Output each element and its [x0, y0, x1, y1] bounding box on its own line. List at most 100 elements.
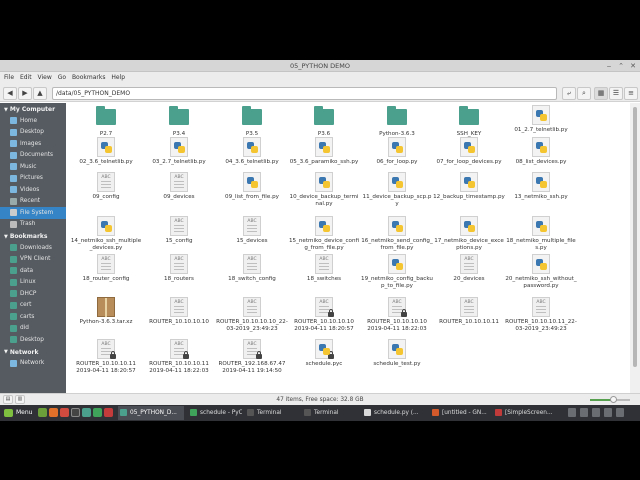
file-item[interactable]: 07_for_loop_devices.py [433, 137, 505, 166]
file-item[interactable]: 15_netmiko_device_config_from_file.py [288, 216, 360, 252]
taskbar-task[interactable]: [SimpleScreen... [493, 406, 553, 420]
file-item[interactable]: P2.7 [70, 105, 142, 138]
start-menu-button[interactable]: Menu [4, 407, 32, 419]
file-item[interactable]: ABC ROUTER_10.10.10.10 [143, 297, 215, 326]
taskbar-task[interactable]: Terminal [245, 406, 299, 420]
sidebar-heading-network[interactable]: ▼ Network [0, 346, 66, 358]
firefox-icon[interactable] [49, 408, 58, 417]
taskbar-task[interactable]: 05_PYTHON_D... [118, 406, 184, 420]
file-item[interactable]: 14_netmiko_ssh_multiple_devices.py [70, 216, 142, 252]
search-button[interactable]: ⌕ [577, 87, 591, 100]
sidebar-item-cert[interactable]: cert [0, 300, 66, 312]
file-item[interactable]: ABC ROUTER_10.10.10.11 2019-04-11 18:20:5… [70, 339, 142, 375]
file-item[interactable]: ABC ROUTER_192.168.67.47 2019-04-11 19:14… [216, 339, 288, 375]
file-item[interactable]: 06_for_loop.py [361, 137, 433, 166]
minimize-icon[interactable]: ‒ [604, 61, 614, 71]
file-item[interactable]: ABC 15_config [143, 216, 215, 245]
menu-help[interactable]: Help [111, 74, 125, 81]
file-item[interactable]: P3.6 [288, 105, 360, 138]
title-bar[interactable]: 05_PYTHON DEMO ‒ ⌃ ✕ [0, 60, 640, 72]
app-launcher-icon[interactable] [60, 408, 69, 417]
sidebar-item-data[interactable]: data [0, 265, 66, 277]
file-item[interactable]: schedule.pyc [288, 339, 360, 368]
file-item[interactable]: ABC ROUTER_10.10.10.10_22-03-2019_23:49:2… [216, 297, 288, 333]
file-item[interactable]: 04_3.6_telnetlib.py [216, 137, 288, 166]
forward-button[interactable]: ▶ [18, 87, 32, 100]
list-view-button[interactable]: ☰ [609, 87, 623, 100]
sidebar-item-home[interactable]: Home [0, 115, 66, 127]
sidebar-item-vpn-client[interactable]: VPN Client [0, 254, 66, 266]
sidebar-item-music[interactable]: Music [0, 161, 66, 173]
file-item[interactable]: ABC 18_switches [288, 254, 360, 283]
file-item[interactable]: 01_2.7_telnetlib.py [505, 105, 577, 134]
sidebar-item-videos[interactable]: Videos [0, 184, 66, 196]
sidebar-item-dhcp[interactable]: DHCP [0, 288, 66, 300]
file-item[interactable]: ABC 20_devices [433, 254, 505, 283]
file-item[interactable]: Python-3.6.3 [361, 105, 433, 138]
taskbar-task[interactable]: Terminal [302, 406, 359, 420]
sidebar-item-desktop-bookmark[interactable]: Desktop [0, 334, 66, 346]
notification-tray-icon[interactable] [616, 408, 624, 417]
zoom-slider[interactable] [590, 396, 630, 403]
file-item[interactable]: 12_backup_timestamp.py [433, 172, 505, 201]
file-item[interactable]: 03_2.7_telnetlib.py [143, 137, 215, 166]
sidebar-item-file-system[interactable]: File System [0, 207, 66, 219]
toggle-location-button[interactable]: ⤶ [562, 87, 576, 100]
file-item[interactable]: 08_list_devices.py [505, 137, 577, 166]
file-item[interactable]: ABC 09_devices [143, 172, 215, 201]
vertical-scrollbar[interactable] [630, 103, 640, 393]
sidebar-item-did[interactable]: did [0, 323, 66, 335]
file-item[interactable]: 19_netmiko_config_backup_to_file.py [361, 254, 433, 290]
file-item[interactable]: 02_3.6_telnetlib.py [70, 137, 142, 166]
sidebar-item-network[interactable]: Network [0, 358, 66, 370]
taskbar-task[interactable]: schedule.py (... [362, 406, 427, 420]
scrollbar-thumb[interactable] [633, 107, 637, 367]
close-icon[interactable]: ✕ [628, 61, 638, 71]
zoom-knob[interactable] [610, 396, 617, 403]
file-item[interactable]: 13_netmiko_ssh.py [505, 172, 577, 201]
taskbar-task[interactable]: [untitled - GN... [430, 406, 490, 420]
network-tray-icon[interactable] [568, 408, 576, 417]
up-button[interactable]: ▲ [33, 87, 47, 100]
file-item[interactable]: ABC ROUTER_10.10.10.11 [433, 297, 505, 326]
file-item[interactable]: 18_netmiko_multiple_files.py [505, 216, 577, 252]
volume-tray-icon[interactable] [580, 408, 588, 417]
file-item[interactable]: 09_list_from_file.py [216, 172, 288, 201]
sidebar-item-carts[interactable]: carts [0, 311, 66, 323]
menu-edit[interactable]: Edit [20, 74, 32, 81]
file-item[interactable]: ABC 15_devices [216, 216, 288, 245]
file-item[interactable]: 17_netmiko_device_exceptions.py [433, 216, 505, 252]
file-item[interactable]: ABC ROUTER_10.10.10.11_22-03-2019_23:49:2… [505, 297, 577, 333]
maximize-icon[interactable]: ⌃ [616, 61, 626, 71]
file-grid[interactable]: P2.7 P3.4 P3.5 P3.6 Python-3.6.3 SSH_KEY 01_2.… [66, 103, 630, 393]
location-field[interactable]: /data/05_PYTHON_DEMO [52, 87, 557, 100]
files-icon[interactable] [82, 408, 91, 417]
sidebar-heading-my-computer[interactable]: ▼ My Computer [0, 103, 66, 115]
file-item[interactable]: ABC 18_switch_config [216, 254, 288, 283]
pycharm-icon[interactable] [93, 408, 102, 417]
file-item[interactable]: 05_3.6_paramiko_ssh.py [288, 137, 360, 166]
sidebar-item-linux[interactable]: Linux [0, 277, 66, 289]
sidebar-item-images[interactable]: Images [0, 138, 66, 150]
file-item[interactable]: ABC 18_routers [143, 254, 215, 283]
sidebar-item-desktop[interactable]: Desktop [0, 127, 66, 139]
file-item[interactable]: ABC ROUTER_10.10.10.10 2019-04-11 18:20:5… [288, 297, 360, 333]
menu-view[interactable]: View [38, 74, 52, 81]
file-item[interactable]: ABC ROUTER_10.10.10.11 2019-04-11 18:22:0… [143, 339, 215, 375]
sidebar-item-recent[interactable]: Recent [0, 196, 66, 208]
file-item[interactable]: schedule_test.py [361, 339, 433, 368]
compact-view-button[interactable]: ≡ [624, 87, 638, 100]
file-item[interactable]: 20_netmiko_ssh_without_password.py [505, 254, 577, 290]
terminal-icon[interactable] [71, 408, 80, 417]
sidebar-item-pictures[interactable]: Pictures [0, 173, 66, 185]
battery-tray-icon[interactable] [592, 408, 600, 417]
sidebar-item-documents[interactable]: Documents [0, 150, 66, 162]
file-item[interactable]: 16_netmiko_send_config_from_file.py [361, 216, 433, 252]
icon-view-button[interactable]: ▦ [594, 87, 608, 100]
file-item[interactable]: 11_device_backup_scp.py [361, 172, 433, 208]
file-item[interactable]: ABC 18_router_config [70, 254, 142, 283]
file-item[interactable]: P3.4 [143, 105, 215, 138]
menu-file[interactable]: File [4, 74, 14, 81]
sidebar-item-trash[interactable]: Trash [0, 219, 66, 231]
sidebar-item-downloads[interactable]: Downloads [0, 242, 66, 254]
